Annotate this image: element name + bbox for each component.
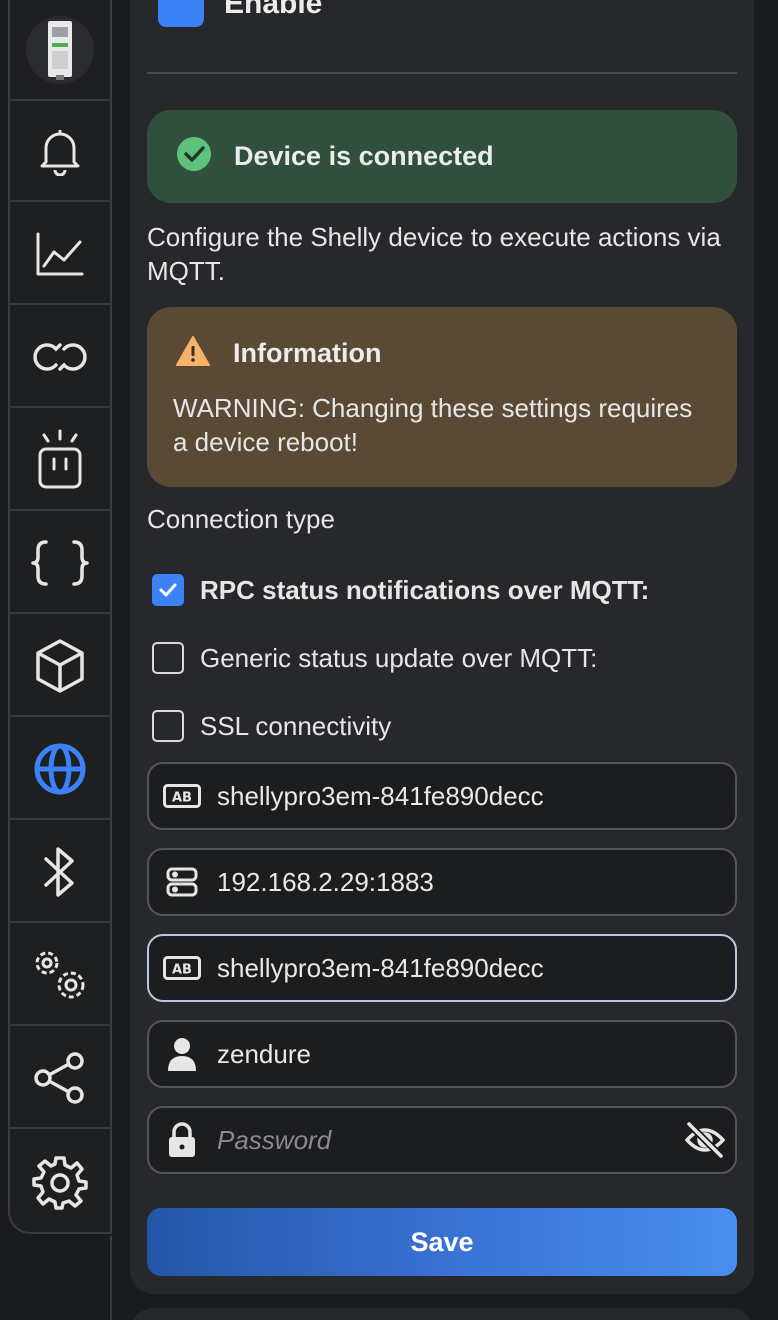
sidebar-item-actions[interactable] (10, 410, 110, 511)
server-input[interactable] (215, 852, 735, 912)
information-header: Information (175, 335, 382, 372)
action-light-icon (38, 429, 82, 488)
topic-prefix-field[interactable]: AB (147, 934, 737, 1002)
rpc-status-label: RPC status notifications over MQTT: (200, 574, 650, 605)
link-icon (33, 342, 87, 371)
eye-slash-icon[interactable] (675, 1122, 735, 1158)
chart-line-icon (36, 232, 84, 275)
sidebar-item-scripts[interactable] (10, 513, 110, 614)
ssl-option[interactable]: SSL connectivity (152, 710, 391, 742)
ssl-checkbox[interactable] (152, 710, 184, 742)
globe-icon (34, 743, 86, 794)
sidebar-item-notifications[interactable] (10, 101, 110, 202)
sidebar-item-advanced[interactable] (10, 925, 110, 1026)
generic-status-option[interactable]: Generic status update over MQTT: (152, 642, 597, 674)
gears-icon (35, 951, 85, 998)
password-input[interactable] (215, 1110, 675, 1170)
server-icon (149, 866, 215, 898)
client-id-field[interactable]: AB (147, 762, 737, 830)
information-body: WARNING: Changing these settings require… (173, 393, 693, 457)
enable-checkbox[interactable] (158, 0, 204, 27)
cube-icon (36, 638, 84, 693)
topic-prefix-input[interactable] (215, 938, 735, 998)
save-button[interactable]: Save (147, 1208, 737, 1276)
username-field[interactable] (147, 1020, 737, 1088)
password-field[interactable] (147, 1106, 737, 1174)
braces-icon (31, 539, 89, 586)
settings-icon (32, 1155, 88, 1210)
ssl-label: SSL connectivity (200, 710, 392, 741)
bluetooth-icon (44, 846, 74, 897)
device-avatar (26, 15, 94, 84)
sidebar-item-share[interactable] (10, 1028, 110, 1129)
sidebar-item-settings[interactable] (10, 1131, 110, 1232)
sidebar-item-statistics[interactable] (10, 204, 110, 305)
sidebar-item-bluetooth[interactable] (10, 822, 110, 923)
sidebar-divider (110, 1236, 112, 1320)
generic-status-label: Generic status update over MQTT: (200, 642, 598, 673)
generic-status-checkbox[interactable] (152, 642, 184, 674)
enable-row[interactable]: Enable (158, 0, 322, 30)
bell-icon (40, 129, 80, 176)
check-icon (159, 583, 177, 597)
svg-text:AB: AB (172, 791, 192, 806)
rpc-status-option[interactable]: RPC status notifications over MQTT: (152, 574, 649, 606)
warning-icon (175, 335, 211, 372)
sidebar-device[interactable] (10, 0, 110, 101)
description: Configure the Shelly device to execute a… (147, 222, 721, 286)
ab-icon: AB (149, 784, 215, 808)
share-icon (34, 1051, 84, 1104)
svg-text:AB: AB (172, 963, 192, 978)
sidebar (8, 0, 112, 1234)
connection-type-label: Connection type (147, 504, 335, 534)
enable-label: Enable (224, 0, 323, 20)
rpc-status-checkbox[interactable] (152, 574, 184, 606)
username-input[interactable] (215, 1024, 735, 1084)
sidebar-item-networks[interactable] (10, 719, 110, 820)
user-icon (149, 1037, 215, 1071)
connected-alert: Device is connected (147, 110, 737, 203)
server-field[interactable] (147, 848, 737, 916)
next-card (130, 1308, 754, 1320)
ab-icon: AB (149, 956, 215, 980)
divider (147, 72, 737, 74)
check-circle-icon (176, 136, 212, 177)
connected-title: Device is connected (234, 141, 494, 171)
information-alert: Information WARNING: Changing these sett… (147, 307, 737, 487)
sidebar-item-links[interactable] (10, 307, 110, 408)
device-image-icon (48, 20, 72, 80)
sidebar-item-components[interactable] (10, 616, 110, 717)
lock-icon (149, 1122, 215, 1158)
information-title: Information (233, 338, 382, 368)
client-id-input[interactable] (215, 766, 735, 826)
page: Enable Device is connected Configure the… (0, 0, 778, 1320)
